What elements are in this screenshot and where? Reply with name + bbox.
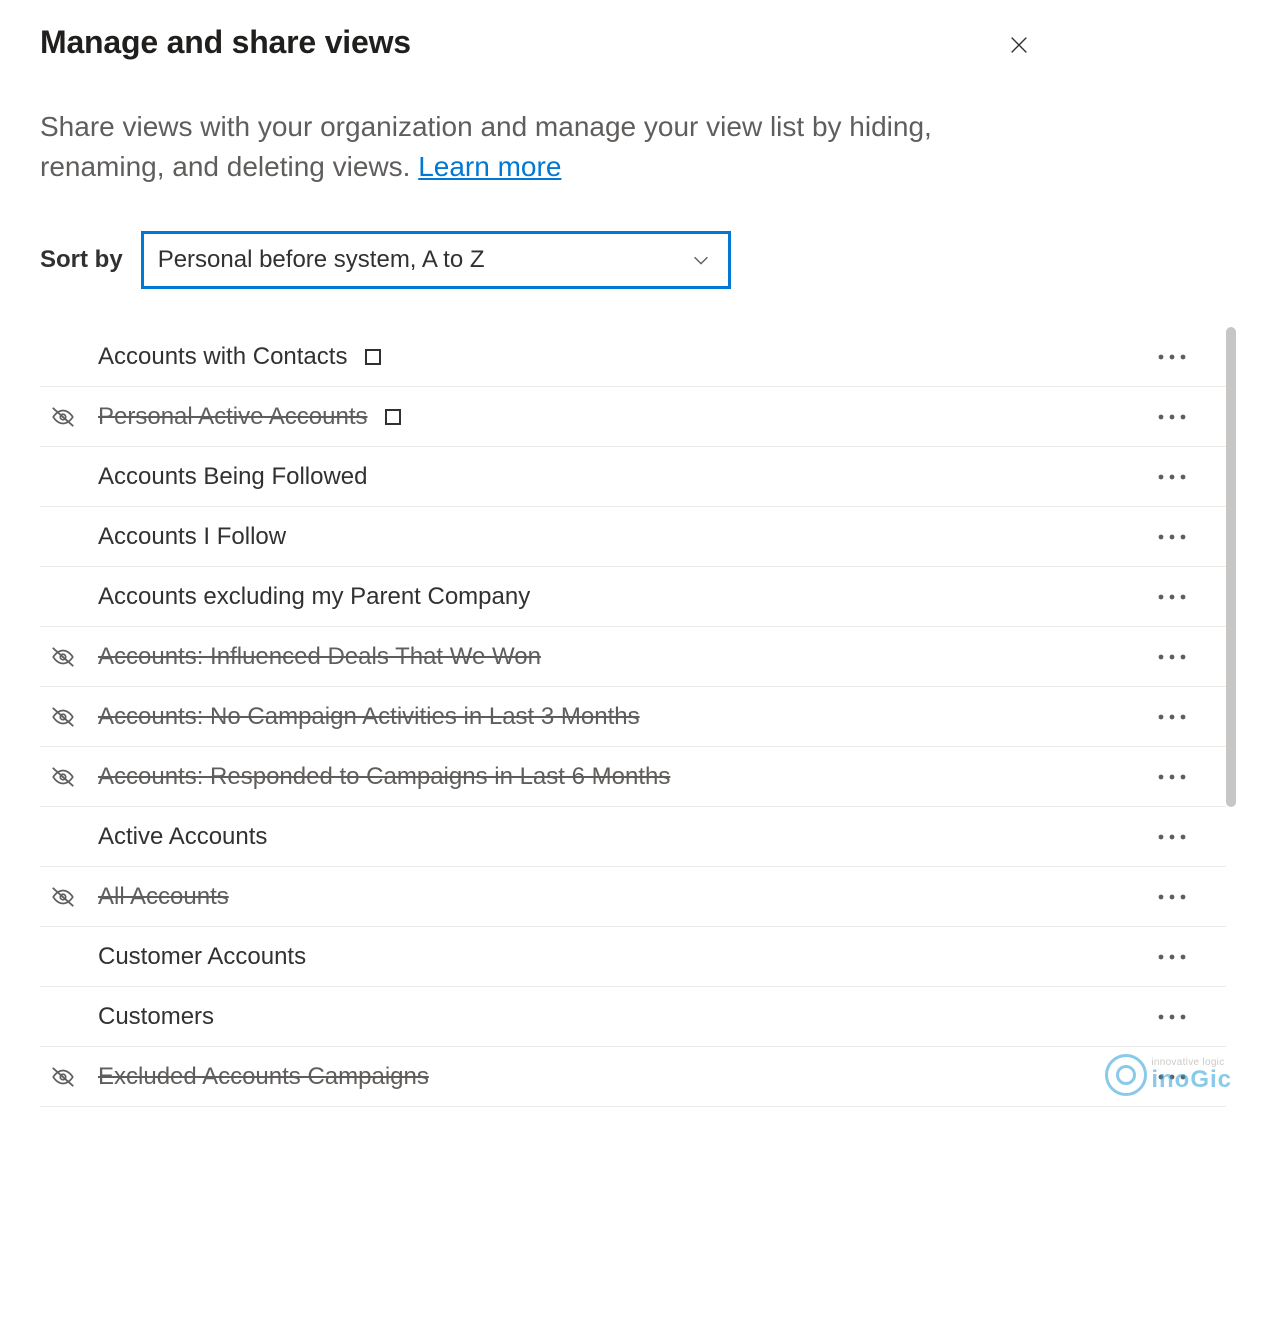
view-name-label: All Accounts [98, 883, 229, 911]
view-list-item[interactable]: Accounts excluding my Parent Company [40, 567, 1226, 627]
more-actions-button[interactable] [1146, 766, 1198, 788]
more-dots-icon [1158, 834, 1186, 840]
panel-title: Manage and share views [40, 24, 411, 61]
view-list-item[interactable]: Accounts: Influenced Deals That We Won [40, 627, 1226, 687]
more-dots-icon [1158, 954, 1186, 960]
view-name-label: Accounts I Follow [98, 523, 286, 551]
view-list-container: Accounts with Contacts Personal Active A… [40, 327, 1232, 1107]
sort-selected-value: Personal before system, A to Z [158, 246, 485, 274]
more-dots-icon [1158, 354, 1186, 360]
view-list-item[interactable]: Accounts I Follow [40, 507, 1226, 567]
view-list[interactable]: Accounts with Contacts Personal Active A… [40, 327, 1232, 1107]
hidden-eye-icon [50, 884, 98, 910]
view-list-item[interactable]: Personal Active Accounts [40, 387, 1226, 447]
scrollbar-thumb[interactable] [1226, 327, 1236, 807]
more-actions-button[interactable] [1146, 826, 1198, 848]
close-icon [1008, 34, 1030, 56]
view-list-item[interactable]: Customer Accounts [40, 927, 1226, 987]
hidden-eye-icon [50, 404, 98, 430]
watermark-logo-icon [1105, 1054, 1147, 1096]
badge-icon [365, 349, 381, 365]
view-name-label: Customer Accounts [98, 943, 306, 971]
panel-header: Manage and share views [40, 24, 1232, 65]
view-name-label: Accounts: Influenced Deals That We Won [98, 643, 541, 671]
more-actions-button[interactable] [1146, 526, 1198, 548]
more-actions-button[interactable] [1146, 886, 1198, 908]
view-name-label: Accounts: No Campaign Activities in Last… [98, 703, 640, 731]
manage-views-panel: Manage and share views Share views with … [0, 0, 1272, 1336]
view-name-label: Active Accounts [98, 823, 267, 851]
view-name-label: Excluded Accounts Campaigns [98, 1063, 429, 1091]
more-actions-button[interactable] [1146, 406, 1198, 428]
more-dots-icon [1158, 594, 1186, 600]
view-name-label: Accounts: Responded to Campaigns in Last… [98, 763, 670, 791]
view-name-label: Personal Active Accounts [98, 403, 367, 431]
view-list-item[interactable]: Accounts Being Followed [40, 447, 1226, 507]
hidden-eye-icon [50, 644, 98, 670]
more-actions-button[interactable] [1146, 466, 1198, 488]
more-dots-icon [1158, 654, 1186, 660]
more-actions-button[interactable] [1146, 1006, 1198, 1028]
view-name-label: Accounts Being Followed [98, 463, 367, 491]
sort-label: Sort by [40, 246, 123, 274]
more-dots-icon [1158, 774, 1186, 780]
more-dots-icon [1158, 1014, 1186, 1020]
more-actions-button[interactable] [1146, 646, 1198, 668]
more-dots-icon [1158, 534, 1186, 540]
personal-view-badge [365, 349, 381, 365]
view-list-item[interactable]: Accounts: Responded to Campaigns in Last… [40, 747, 1226, 807]
hidden-eye-icon [50, 1064, 98, 1090]
view-name-label: Customers [98, 1003, 214, 1031]
more-actions-button[interactable] [1146, 946, 1198, 968]
view-list-item[interactable]: Excluded Accounts Campaigns [40, 1047, 1226, 1107]
sort-row: Sort by Personal before system, A to Z [40, 231, 1232, 289]
view-list-item[interactable]: Active Accounts [40, 807, 1226, 867]
watermark: innovative logic inoGic [1105, 1054, 1232, 1096]
more-actions-button[interactable] [1146, 346, 1198, 368]
view-list-item[interactable]: Customers [40, 987, 1226, 1047]
panel-description: Share views with your organization and m… [40, 107, 1020, 187]
learn-more-link[interactable]: Learn more [418, 151, 561, 182]
close-button[interactable] [1002, 28, 1036, 65]
hidden-eye-icon [50, 704, 98, 730]
watermark-brand: inoGic [1151, 1068, 1232, 1092]
chevron-down-icon [690, 249, 712, 271]
view-name-label: Accounts with Contacts [98, 343, 347, 371]
more-dots-icon [1158, 894, 1186, 900]
more-actions-button[interactable] [1146, 706, 1198, 728]
more-dots-icon [1158, 414, 1186, 420]
hidden-eye-icon [50, 764, 98, 790]
personal-view-badge [385, 409, 401, 425]
view-name-label: Accounts excluding my Parent Company [98, 583, 530, 611]
more-dots-icon [1158, 714, 1186, 720]
sort-dropdown[interactable]: Personal before system, A to Z [141, 231, 731, 289]
badge-icon [385, 409, 401, 425]
view-list-item[interactable]: Accounts with Contacts [40, 327, 1226, 387]
more-actions-button[interactable] [1146, 586, 1198, 608]
view-list-item[interactable]: Accounts: No Campaign Activities in Last… [40, 687, 1226, 747]
more-dots-icon [1158, 474, 1186, 480]
view-list-item[interactable]: All Accounts [40, 867, 1226, 927]
